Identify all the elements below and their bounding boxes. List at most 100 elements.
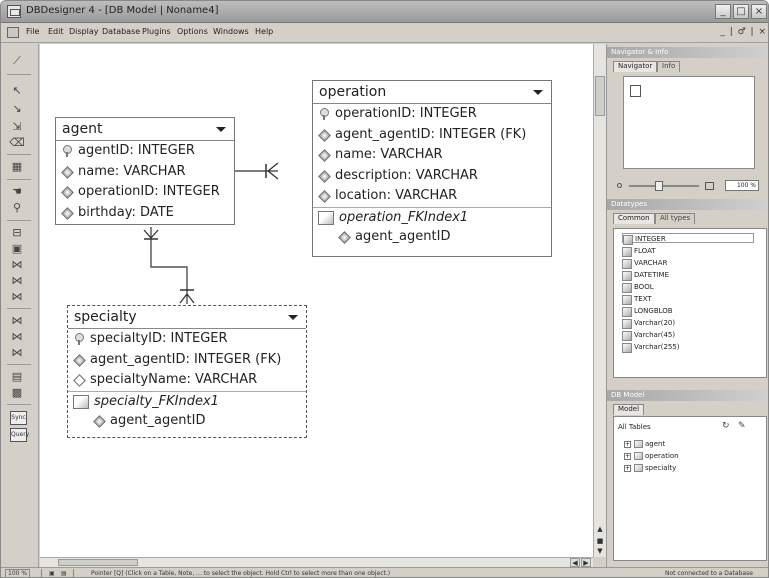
tab-common[interactable]: Common [613, 213, 655, 224]
table-agent[interactable]: agent agentID: INTEGER name: VARCHAR ope… [55, 117, 235, 225]
table-field[interactable]: birthday: DATE [56, 203, 234, 224]
primary-key-icon [319, 108, 329, 120]
menu-windows[interactable]: Windows [213, 27, 249, 36]
table-field[interactable]: description: VARCHAR [313, 166, 551, 187]
datatype-item[interactable]: FLOAT [622, 246, 656, 257]
index-field[interactable]: agent_agentID [68, 411, 306, 432]
datatype-item[interactable]: Varchar(20) [622, 318, 675, 329]
table-field[interactable]: operationID: INTEGER [313, 104, 551, 125]
table-specialty[interactable]: specialty specialtyID: INTEGER agent_age… [67, 305, 307, 438]
menu-database[interactable]: Database [102, 27, 140, 36]
menu-file[interactable]: File [26, 27, 39, 36]
tab-model[interactable]: Model [613, 404, 645, 415]
scroll-thumb[interactable] [58, 559, 138, 566]
expand-icon[interactable]: + [624, 440, 631, 448]
document-icon[interactable] [7, 27, 19, 38]
pointer-icon[interactable]: ↖ [7, 82, 27, 100]
menu-options[interactable]: Options [177, 27, 208, 36]
table-header[interactable]: operation [313, 81, 551, 104]
expand-icon[interactable]: + [624, 452, 631, 460]
query-button[interactable]: Query [10, 428, 29, 442]
vertical-scrollbar[interactable]: ▲ ■ ▼ [593, 44, 606, 557]
table-field[interactable]: specialtyName: VARCHAR [68, 370, 306, 391]
table-field[interactable]: agent_agentID: INTEGER (FK) [313, 125, 551, 146]
scroll-up-icon[interactable]: ▲ [595, 524, 605, 534]
close-button[interactable]: × [751, 4, 767, 19]
tab-all-types[interactable]: All types [655, 213, 696, 224]
zoom-fit-icon[interactable] [705, 182, 714, 190]
datatype-item[interactable]: Varchar(255) [622, 342, 680, 353]
table-operation[interactable]: operation operationID: INTEGER agent_age… [312, 80, 552, 257]
scroll-left-icon[interactable]: ◀ [570, 558, 580, 567]
mdi-window-controls[interactable]: _ | ♂ | × [720, 27, 767, 37]
expand-icon[interactable]: + [624, 464, 631, 472]
table-field[interactable]: name: VARCHAR [313, 145, 551, 166]
relation-nm-sub-icon[interactable]: ⋈ [7, 344, 27, 362]
move-icon[interactable]: ↘ [7, 100, 27, 118]
zoom-out-icon[interactable] [617, 183, 622, 188]
datatype-item[interactable]: TEXT [622, 294, 652, 305]
tree-root-label[interactable]: All Tables [618, 422, 651, 432]
zoom-slider-track[interactable] [629, 185, 699, 187]
chevron-down-icon[interactable] [288, 315, 298, 320]
menu-edit[interactable]: Edit [48, 27, 64, 36]
db-model-tree[interactable]: All Tables ↻ ✎ + agent + operation + specia… [613, 416, 767, 561]
zoom-slider-thumb[interactable] [655, 181, 663, 191]
menu-plugins[interactable]: Plugins [142, 27, 171, 36]
table-field[interactable]: specialtyID: INTEGER [68, 329, 306, 350]
refresh-icon[interactable]: ↻ [722, 421, 730, 431]
scroll-down-icon[interactable]: ▼ [595, 546, 605, 556]
scroll-thumb[interactable] [595, 76, 605, 116]
relation-nm-icon[interactable]: ⋈ [7, 288, 27, 306]
maximize-button[interactable]: □ [733, 4, 749, 19]
datatype-item[interactable]: Varchar(45) [622, 330, 675, 341]
table-index[interactable]: specialty_FKIndex1 [68, 390, 306, 412]
table-index[interactable]: operation_FKIndex1 [313, 206, 551, 228]
save-icon[interactable]: ▤ [61, 569, 67, 577]
datatype-item[interactable]: DATETIME [622, 270, 669, 281]
tree-table-item[interactable]: + specialty [624, 463, 676, 473]
table-header[interactable]: specialty [68, 306, 306, 329]
menu-display[interactable]: Display [69, 27, 99, 36]
table-field[interactable]: agentID: INTEGER [56, 141, 234, 162]
table-field[interactable]: operationID: INTEGER [56, 182, 234, 203]
model-canvas[interactable]: agent agentID: INTEGER name: VARCHAR ope… [40, 44, 593, 557]
edit-icon[interactable]: ✎ [738, 421, 746, 431]
chevron-down-icon[interactable] [216, 127, 226, 132]
table-header[interactable]: agent [56, 118, 234, 141]
tree-table-item[interactable]: + operation [624, 451, 679, 461]
chevron-down-icon[interactable] [533, 90, 543, 95]
datatype-item[interactable]: VARCHAR [622, 258, 667, 269]
datatypes-panel-title[interactable]: Datatypes [607, 199, 768, 210]
datatypes-list[interactable]: INTEGER FLOAT VARCHAR DATETIME BOOL TEXT… [613, 228, 767, 378]
tree-table-item[interactable]: + agent [624, 439, 665, 449]
eraser-icon[interactable]: ⌫ [7, 134, 27, 152]
navigator-panel-title[interactable]: Navigator & Info [607, 47, 768, 58]
table-field[interactable]: location: VARCHAR [313, 186, 551, 207]
table-field[interactable]: agent_agentID: INTEGER (FK) [68, 350, 306, 371]
index-field[interactable]: agent_agentID [313, 227, 551, 248]
tab-info[interactable]: Info [657, 61, 681, 72]
db-model-panel-title[interactable]: DB Model [607, 390, 768, 401]
wand-icon[interactable]: ⟋ [7, 52, 27, 70]
grid-icon[interactable]: ▦ [7, 158, 27, 176]
datatype-item[interactable]: BOOL [622, 282, 654, 293]
sync-button[interactable]: Sync [10, 411, 27, 425]
field-text: agent_agentID: INTEGER (FK) [90, 351, 282, 367]
print-icon[interactable]: ▣ [49, 569, 55, 577]
column-icon [339, 232, 349, 242]
navigator-preview[interactable] [623, 76, 755, 169]
scroll-right-icon[interactable]: ▶ [581, 558, 591, 567]
zoom-icon[interactable]: ⚲ [7, 199, 27, 217]
menu-help[interactable]: Help [255, 27, 273, 36]
tab-navigator[interactable]: Navigator [613, 61, 658, 72]
horizontal-scrollbar[interactable]: ◀ ▶ [40, 557, 593, 567]
datatype-item[interactable]: LONGBLOB [622, 306, 673, 317]
table-field[interactable]: name: VARCHAR [56, 162, 234, 183]
scroll-mid-icon[interactable]: ■ [595, 536, 605, 546]
zoom-field[interactable]: 100 % [725, 180, 759, 191]
image-icon[interactable]: ▩ [7, 384, 27, 402]
minimize-button[interactable]: _ [715, 4, 731, 19]
viewport-indicator[interactable] [630, 85, 641, 97]
datatype-item[interactable]: INTEGER [622, 233, 754, 245]
